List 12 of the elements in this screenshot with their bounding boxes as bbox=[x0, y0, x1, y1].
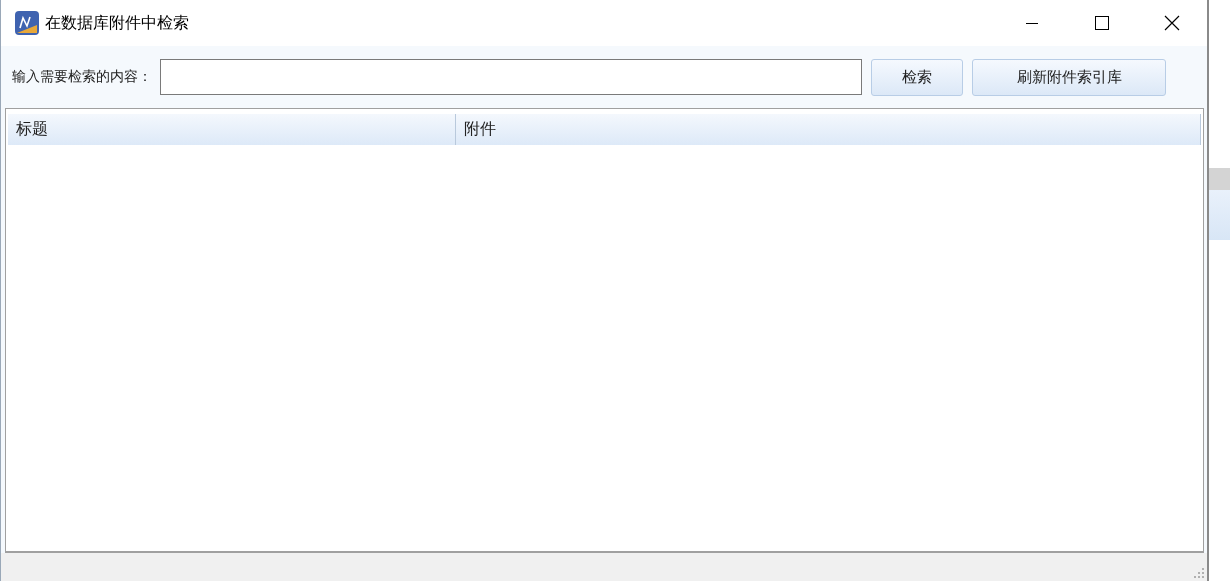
search-button[interactable]: 检索 bbox=[871, 58, 963, 96]
close-icon[interactable] bbox=[1164, 15, 1180, 31]
column-header[interactable]: 标题 bbox=[8, 114, 456, 145]
window-title: 在数据库附件中检索 bbox=[45, 12, 189, 34]
search-label: 输入需要检索的内容： bbox=[12, 68, 152, 86]
app-logo-icon bbox=[15, 11, 39, 35]
column-header[interactable]: 附件 bbox=[456, 114, 1201, 145]
resize-grip-icon[interactable] bbox=[1194, 568, 1204, 578]
minimize-icon[interactable] bbox=[1026, 22, 1038, 24]
search-field[interactable] bbox=[160, 59, 862, 95]
refresh-index-button[interactable]: 刷新附件索引库 bbox=[972, 58, 1166, 96]
maximize-icon[interactable] bbox=[1095, 16, 1109, 30]
